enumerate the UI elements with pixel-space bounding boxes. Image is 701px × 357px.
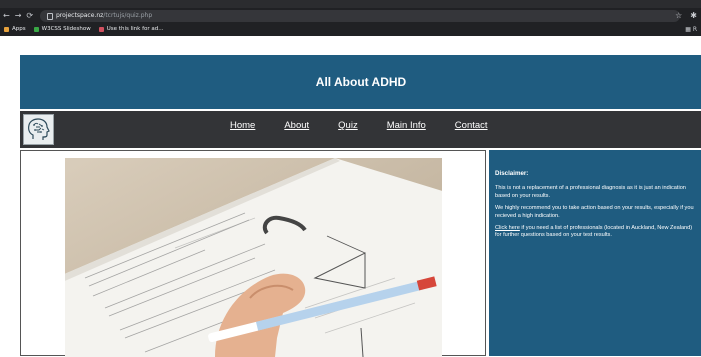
bookmarks-bar: Apps W3CSS Slideshow Use this link for a…	[0, 23, 701, 35]
site-navbar: Home About Quiz Main Info Contact	[20, 111, 701, 148]
browser-chrome: ← → ⟳ projectspace.nz/tcrtujs/quiz.php ☆…	[0, 0, 701, 36]
quiz-paper-photo	[65, 158, 442, 357]
extensions-icon[interactable]: ✱	[690, 10, 697, 22]
address-bar[interactable]: projectspace.nz/tcrtujs/quiz.php	[40, 10, 680, 22]
reading-list-label: R	[692, 26, 697, 33]
bookmark-apps[interactable]: Apps	[4, 26, 26, 32]
forward-icon[interactable]: →	[15, 10, 22, 22]
url-text: projectspace.nz/tcrtujs/quiz.php	[56, 10, 152, 22]
url-path: /tcrtujs/quiz.php	[103, 12, 153, 19]
web-page: All About ADHD Home About Quiz Main Info…	[0, 36, 701, 357]
bookmark-ad-link[interactable]: Use this link for ad...	[98, 26, 164, 32]
browser-right-icons: ☆ ✱	[675, 10, 697, 22]
bookmark-label: Use this link for ad...	[106, 26, 164, 32]
back-icon[interactable]: ←	[3, 10, 10, 22]
disclaimer-text-3-rest: if you need a list of professionals (loc…	[495, 225, 693, 239]
nav-quiz[interactable]: Quiz	[338, 111, 358, 148]
browser-nav-buttons: ← → ⟳	[3, 10, 33, 22]
disclaimer-text-1: This is not a replacement of a professio…	[495, 185, 686, 199]
w3-icon	[33, 26, 39, 32]
bookmark-w3css[interactable]: W3CSS Slideshow	[33, 26, 91, 32]
tab-strip	[0, 0, 701, 8]
disclaimer-panel: Disclaimer: This is not a replacement of…	[489, 150, 701, 356]
bookmark-icon	[98, 26, 104, 32]
main-nav: Home About Quiz Main Info Contact	[230, 111, 517, 148]
nav-main-info[interactable]: Main Info	[387, 111, 426, 148]
brain-head-icon	[28, 118, 50, 140]
nav-contact[interactable]: Contact	[455, 111, 488, 148]
nav-about[interactable]: About	[284, 111, 309, 148]
disclaimer-title: Disclaimer:	[495, 170, 529, 177]
quiz-image-pane	[20, 150, 486, 357]
reading-list[interactable]: ▦ R	[685, 26, 697, 33]
site-title: All About ADHD	[315, 75, 407, 89]
site-logo[interactable]	[23, 114, 54, 145]
reload-icon[interactable]: ⟳	[26, 10, 33, 22]
main-content: Disclaimer: This is not a replacement of…	[20, 150, 701, 357]
lock-icon	[47, 13, 53, 20]
disclaimer-text-3: Click here if you need a list of profess…	[495, 225, 696, 240]
reading-list-icon: ▦	[685, 26, 693, 33]
star-icon[interactable]: ☆	[675, 10, 682, 22]
professionals-link[interactable]: Click here	[495, 225, 520, 231]
site-banner: All About ADHD	[20, 55, 701, 109]
nav-home[interactable]: Home	[230, 111, 255, 148]
apps-icon	[4, 26, 9, 32]
bookmark-label: W3CSS Slideshow	[41, 26, 91, 32]
disclaimer-text-2: We highly recommend you to take action b…	[495, 205, 694, 219]
bookmark-label: Apps	[12, 26, 26, 32]
url-host: projectspace.nz	[56, 12, 104, 19]
